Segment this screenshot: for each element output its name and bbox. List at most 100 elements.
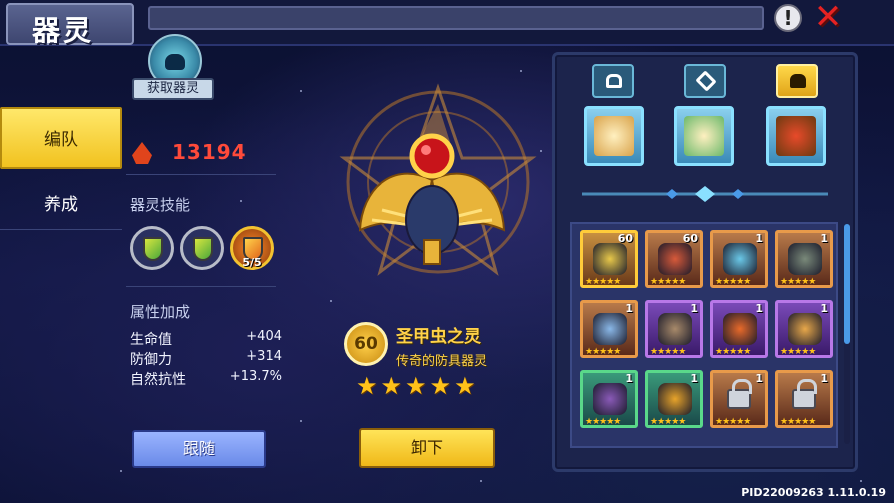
nav-cultivate-label: 养成 <box>44 195 78 215</box>
spirit-grid-cell[interactable]: 1 ★★★★★ <box>645 370 703 428</box>
close-button[interactable]: ✕ <box>812 0 844 34</box>
obtain-spirit-button[interactable]: 获取器灵 <box>132 78 214 100</box>
star-dot <box>330 300 332 302</box>
cell-stars: ★★★★★ <box>650 277 686 287</box>
attributes-title: 属性加成 <box>130 303 191 321</box>
star-dot <box>300 420 302 422</box>
follow-button[interactable]: 跟随 <box>132 430 266 468</box>
cell-stars: ★★★★★ <box>780 277 816 287</box>
spirit-thumbnail <box>593 243 627 275</box>
build-id: PID22009263 1.11.0.19 <box>741 486 886 499</box>
cell-stars: ★★★★★ <box>715 417 751 427</box>
spirit-type: 传奇的防具器灵 <box>396 354 488 369</box>
cell-stars: ★★★★★ <box>650 347 686 357</box>
spirit-thumbnail <box>593 313 627 345</box>
spirit-thumbnail <box>723 313 757 345</box>
nav-cultivate[interactable]: 养成 <box>0 180 122 230</box>
cell-level: 1 <box>690 372 698 385</box>
cell-level: 1 <box>690 302 698 315</box>
spirit-portrait <box>594 116 634 156</box>
spirit-grid-cell[interactable]: 1 ★★★★★ <box>775 370 833 428</box>
divider <box>126 286 276 287</box>
spirit-grid-cell[interactable]: 1 ★★★★★ <box>710 370 768 428</box>
star-dot <box>520 70 522 72</box>
spirit-thumbnail <box>658 383 692 415</box>
cell-level: 1 <box>625 372 633 385</box>
lock-icon <box>727 379 752 409</box>
spirit-grid-cell[interactable]: 1 ★★★★★ <box>775 300 833 358</box>
cell-stars: ★★★★★ <box>585 277 621 287</box>
spirit-grid-cell[interactable]: 1 ★★★★★ <box>580 370 638 428</box>
attribute-value: +13.7% <box>229 369 282 384</box>
skill-level: 5/5 <box>242 256 262 269</box>
spirit-thumbnail <box>723 243 757 275</box>
cell-level: 1 <box>820 232 828 245</box>
spirit-thumbnail <box>658 313 692 345</box>
star-icon: ★ <box>380 372 403 400</box>
spirit-level-badge: 60 <box>344 322 388 366</box>
star-icon: ★ <box>405 372 427 400</box>
spirit-grid-cell[interactable]: 60 ★★★★★ <box>580 230 638 288</box>
cell-stars: ★★★★★ <box>585 417 621 427</box>
star-icon: ★ <box>454 372 476 400</box>
star-dot <box>540 150 542 152</box>
skill-slot-1[interactable] <box>130 226 174 270</box>
cell-level: 60 <box>617 232 633 245</box>
attribute-name: 自然抗性 <box>130 372 186 388</box>
cell-stars: ★★★★★ <box>715 277 751 287</box>
tab-accessory[interactable] <box>592 64 634 98</box>
unequip-button[interactable]: 卸下 <box>359 428 495 468</box>
spirit-grid-cell[interactable]: 1 ★★★★★ <box>645 300 703 358</box>
star-icon: ★ <box>356 372 378 400</box>
spirit-grid-cell[interactable]: 1 ★★★★★ <box>775 230 833 288</box>
nav-formation[interactable]: 编队 <box>0 107 122 169</box>
spirit-info-panel: 获取器灵 13194 器灵技能 5/5 属性加成 生命值 +404 防御力 +3… <box>122 34 282 503</box>
power-icon <box>132 142 152 164</box>
info-button[interactable]: ! <box>774 4 802 32</box>
attribute-value: +314 <box>246 349 282 364</box>
title-tab: 器灵 <box>6 3 134 47</box>
info-icon: ! <box>783 6 793 30</box>
cell-stars: ★★★★★ <box>650 417 686 427</box>
lock-icon <box>792 379 817 409</box>
grid-scrollbar[interactable] <box>844 224 850 444</box>
cell-stars: ★★★★★ <box>780 417 816 427</box>
cell-level: 60 <box>682 232 698 245</box>
skill-slot-3[interactable]: 5/5 <box>230 226 274 270</box>
shield-skill-icon <box>193 237 213 261</box>
tab-armor[interactable] <box>776 64 818 98</box>
equipped-slot-1[interactable] <box>584 106 644 166</box>
nav-formation-label: 编队 <box>44 130 78 150</box>
spirit-grid-cell[interactable]: 1 ★★★★★ <box>710 300 768 358</box>
skill-slot-2[interactable] <box>180 226 224 270</box>
shield-icon <box>790 74 806 88</box>
spirit-stars: ★ ★ ★ ★ ★ <box>356 372 506 400</box>
page-title: 器灵 <box>32 14 95 47</box>
skills-title: 器灵技能 <box>130 196 191 214</box>
power-value: 13194 <box>172 140 247 164</box>
attribute-value: +404 <box>246 329 282 344</box>
spirit-thumbnail <box>788 243 822 275</box>
attribute-row: 生命值 +404 <box>130 329 282 349</box>
equipped-slot-3[interactable] <box>766 106 826 166</box>
spirit-thumbnail <box>658 243 692 275</box>
scrollbar-thumb[interactable] <box>844 224 850 344</box>
spirit-grid-cell[interactable]: 1 ★★★★★ <box>710 230 768 288</box>
tab-weapon[interactable] <box>684 64 726 98</box>
sword-icon <box>695 70 717 92</box>
equipped-slot-2[interactable] <box>674 106 734 166</box>
star-dot <box>300 90 302 92</box>
star-icon: ★ <box>429 372 452 400</box>
attribute-row: 自然抗性 +13.7% <box>130 369 282 389</box>
spirit-grid: 60 ★★★★★ 60 ★★★★★ 1 ★★★★★ 1 ★★★★★ 1 ★★★★★ 1 ★★★★★ 1 ★… <box>570 222 838 448</box>
shield-skill-icon <box>143 237 163 261</box>
spirit-grid-cell[interactable]: 1 ★★★★★ <box>580 300 638 358</box>
spirit-thumbnail <box>788 313 822 345</box>
star-dot <box>860 480 862 482</box>
cell-level: 1 <box>820 372 828 385</box>
cell-level: 1 <box>755 372 763 385</box>
spirit-grid-cell[interactable]: 60 ★★★★★ <box>645 230 703 288</box>
top-bar: 器灵 ! ✕ <box>0 0 894 47</box>
spirit-thumbnail <box>593 383 627 415</box>
cell-stars: ★★★★★ <box>715 347 751 357</box>
